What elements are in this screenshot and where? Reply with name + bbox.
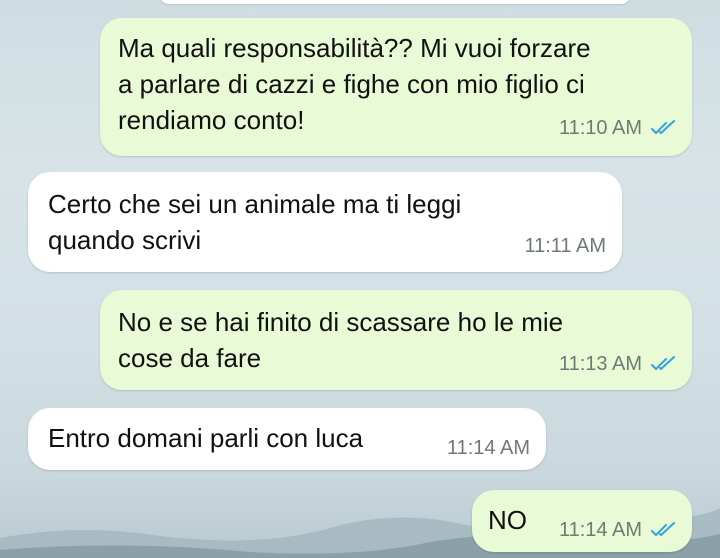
message-timestamp: 11:14 AM [558,519,642,541]
double-check-read-icon [651,522,675,536]
message-timestamp: 11:11 AM [524,235,606,257]
message-bubble-incoming[interactable]: Certo che sei un animale ma ti leggi qua… [28,172,622,272]
message-timestamp: 11:13 AM [558,353,642,375]
message-timestamp: 11:10 AM [558,117,642,139]
message-meta: 11:11 AM [524,228,606,264]
message-timestamp: 11:14 AM [446,437,530,459]
message-meta: 11:14 AM [559,512,680,548]
message-bubble-outgoing[interactable]: No e se hai finito di scassare ho le mie… [100,290,692,390]
message-meta: 11:14 AM [447,430,530,466]
message-bubble-outgoing[interactable]: NO 11:14 AM [472,490,692,552]
double-check-read-icon [651,356,675,370]
message-bubble-outgoing[interactable]: Ma quali responsabilità?? Mi vuoi forzar… [100,18,692,156]
previous-message-bubble-fragment [160,0,630,4]
message-text: NO [488,505,527,535]
double-check-read-icon [651,120,675,134]
message-meta: 11:13 AM [559,346,680,382]
message-meta: 11:10 AM [559,110,680,146]
message-text: Entro domani parli con luca [48,423,364,453]
message-bubble-incoming[interactable]: Entro domani parli con luca 11:14 AM [28,408,546,470]
